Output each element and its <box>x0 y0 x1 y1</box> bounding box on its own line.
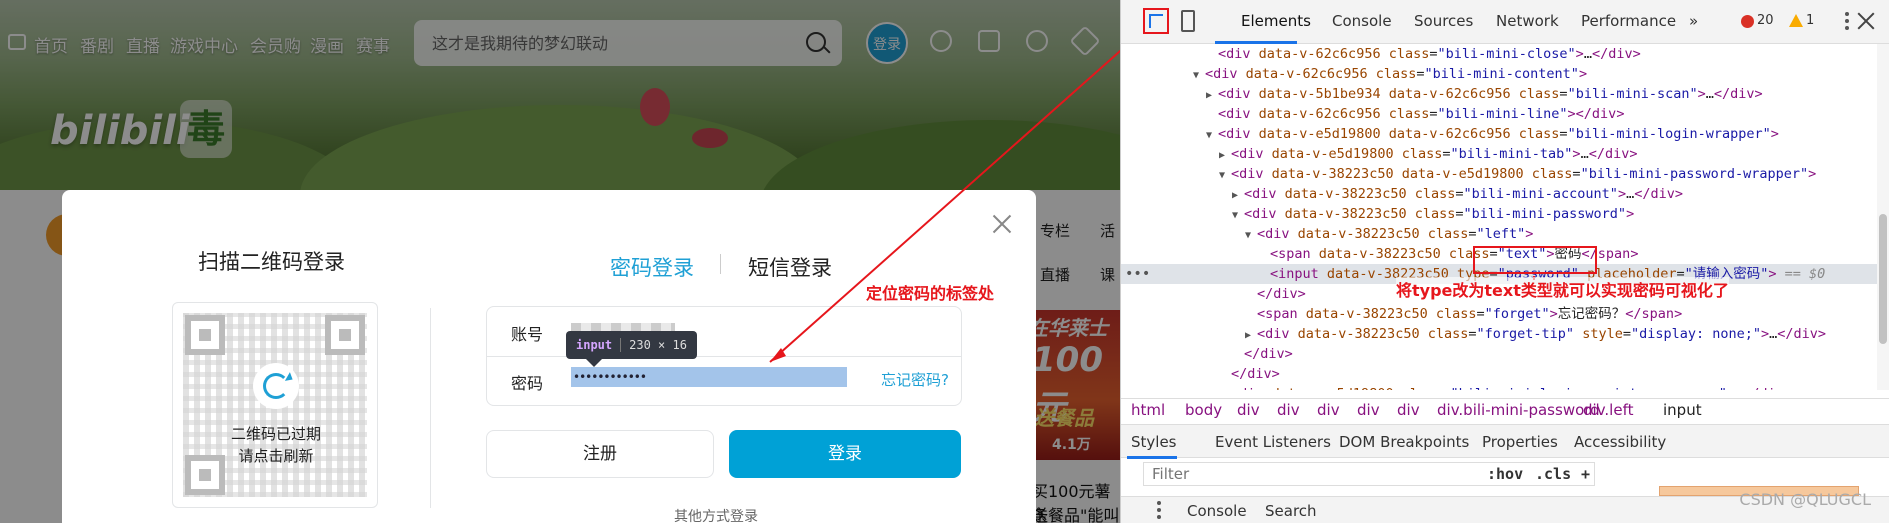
tab-event-listeners[interactable]: Event Listeners <box>1215 433 1331 451</box>
cursor-icon <box>1149 14 1163 28</box>
dom-tree: <div data-v-62c6c956 class="bili-mini-cl… <box>1121 44 1889 390</box>
tab-styles[interactable]: Styles <box>1131 433 1177 451</box>
drawer-tab-console[interactable]: Console <box>1187 502 1247 520</box>
dom-node[interactable]: ▶ <div data-v-e5d19800 class="bili-mini-t… <box>1121 144 1889 164</box>
error-count[interactable]: 20 <box>1757 13 1774 28</box>
dom-node[interactable]: <span data-v-38223c50 class="forget">忘记密… <box>1121 304 1889 324</box>
tab-accessibility[interactable]: Accessibility <box>1574 433 1666 451</box>
breadcrumb-item[interactable]: div <box>1357 401 1380 419</box>
dom-node[interactable]: </div> <box>1121 364 1889 384</box>
tab-console[interactable]: Console <box>1332 12 1392 30</box>
breadcrumb-item[interactable]: div.left <box>1583 401 1633 419</box>
dom-node[interactable]: ▶ <div data-v-5b1be934 data-v-62c6c956 cl… <box>1121 84 1889 104</box>
dom-node-markup: </div> <box>1257 286 1306 302</box>
breadcrumb-item[interactable]: div <box>1317 401 1340 419</box>
close-devtools-icon[interactable] <box>1857 12 1875 30</box>
drawer-tab-search[interactable]: Search <box>1265 502 1317 520</box>
breadcrumb-item[interactable]: div.bili-mini-password <box>1437 401 1600 419</box>
breadcrumb-item[interactable]: body <box>1185 401 1222 419</box>
watermark: CSDN @QLUGCL <box>1739 490 1871 509</box>
dom-node-markup: </div> <box>1231 366 1280 382</box>
dom-node[interactable]: ▶ <div data-v-38223c50 class="forget-tip"… <box>1121 324 1889 344</box>
drawer-menu-icon[interactable] <box>1157 501 1161 521</box>
tab-performance[interactable]: Performance <box>1581 12 1676 30</box>
dom-node-markup: <div data-v-62c6c956 class="bili-mini-cl… <box>1218 46 1641 62</box>
styles-pane-tabs: Styles Event Listeners DOM Breakpoints P… <box>1121 424 1889 459</box>
dom-node[interactable]: </div> <box>1121 344 1889 364</box>
expand-toggle-icon[interactable]: ▼ <box>1206 126 1218 146</box>
expand-toggle-icon[interactable]: ▶ <box>1245 326 1257 346</box>
inspect-element-button[interactable] <box>1143 8 1169 34</box>
tab-network[interactable]: Network <box>1496 12 1559 30</box>
arrow-line <box>769 35 1138 363</box>
dom-node-markup: <div data-v-e5d19800 class="bili-mini-lo… <box>1231 386 1792 390</box>
screenshot-root: bilibili 毒 首页 番剧 直播 游戏中心 会员购 漫画 赛事 登录 专栏… <box>0 0 1889 523</box>
expand-toggle-icon[interactable]: ▼ <box>1193 66 1205 86</box>
dom-node-markup: <div data-v-38223c50 class="left"> <box>1257 226 1534 242</box>
tab-elements[interactable]: Elements <box>1241 12 1311 30</box>
dom-node-markup: <div data-v-5b1be934 data-v-62c6c956 cla… <box>1218 86 1763 102</box>
more-options-icon[interactable] <box>1845 12 1849 32</box>
dom-node[interactable]: <div data-v-62c6c956 class="bili-mini-li… <box>1121 104 1889 124</box>
dom-node-markup: <div data-v-38223c50 data-v-e5d19800 cla… <box>1231 166 1817 182</box>
breadcrumb-item[interactable]: input <box>1663 401 1702 419</box>
warning-icon[interactable] <box>1789 14 1803 27</box>
dom-node[interactable]: ▼ <div data-v-e5d19800 data-v-62c6c956 cl… <box>1121 124 1889 144</box>
expand-toggle-icon[interactable]: ▶ <box>1219 146 1231 166</box>
devtools-toolbar: Elements Console Sources Network Perform… <box>1121 0 1889 44</box>
dom-node-markup: <div data-v-38223c50 class="forget-tip" … <box>1257 326 1827 342</box>
expand-toggle-icon[interactable]: ▶ <box>1232 186 1244 206</box>
node-actions-icon[interactable]: ••• <box>1125 264 1150 284</box>
annotation-change-type: 将type改为text类型就可以实现密码可视化了 <box>1396 277 1729 301</box>
tab-dom-breakpoints[interactable]: DOM Breakpoints <box>1339 433 1469 451</box>
scrollbar-thumb[interactable] <box>1879 214 1887 344</box>
dom-tree-scrollbar[interactable] <box>1877 44 1889 390</box>
error-icon[interactable] <box>1741 15 1754 28</box>
dom-node-markup: <div data-v-38223c50 class="bili-mini-pa… <box>1244 206 1635 222</box>
expand-toggle-icon[interactable]: ▶ <box>1206 86 1218 106</box>
dom-node[interactable]: ▶<div data-v-e5d19800 class="bili-mini-l… <box>1121 384 1889 390</box>
tab-sources[interactable]: Sources <box>1414 12 1473 30</box>
warning-count[interactable]: 1 <box>1806 13 1814 28</box>
more-tabs-icon[interactable]: » <box>1689 12 1698 30</box>
breadcrumb-item[interactable]: div <box>1397 401 1420 419</box>
dom-node-markup: <div data-v-e5d19800 data-v-62c6c956 cla… <box>1218 126 1779 142</box>
dom-node-markup: </div> <box>1244 346 1293 362</box>
device-toggle-icon[interactable] <box>1181 10 1195 32</box>
dom-node[interactable]: ▼ <div data-v-38223c50 data-v-e5d19800 cl… <box>1121 164 1889 184</box>
dom-node[interactable]: ▶ <div data-v-38223c50 class="bili-mini-a… <box>1121 184 1889 204</box>
expand-toggle-icon[interactable]: ▼ <box>1245 226 1257 246</box>
dom-node-markup: <span data-v-38223c50 class="forget">忘记密… <box>1257 306 1683 322</box>
expand-toggle-icon[interactable]: ▼ <box>1219 166 1231 186</box>
breadcrumb-item[interactable]: html <box>1131 401 1165 419</box>
dom-node-markup: <div data-v-62c6c956 class="bili-mini-co… <box>1205 66 1588 82</box>
tab-properties[interactable]: Properties <box>1482 433 1558 451</box>
dom-node-markup: <div data-v-e5d19800 class="bili-mini-ta… <box>1231 146 1638 162</box>
dom-breadcrumbs: html body div div div div div div.bili-mini-pas… <box>1121 398 1889 422</box>
expand-toggle-icon[interactable]: ▶ <box>1219 386 1231 390</box>
expand-toggle-icon[interactable]: ▼ <box>1232 206 1244 226</box>
dom-node[interactable]: ▼ <div data-v-38223c50 class="bili-mini-p… <box>1121 204 1889 224</box>
dom-node[interactable]: <div data-v-62c6c956 class="bili-mini-cl… <box>1121 44 1889 64</box>
active-subtab-indicator <box>1127 456 1177 459</box>
breadcrumb-item[interactable]: div <box>1277 401 1300 419</box>
dom-node-markup: <div data-v-62c6c956 class="bili-mini-li… <box>1218 106 1625 122</box>
hover-state-toggle[interactable]: :hov <box>1487 465 1523 483</box>
class-toggle[interactable]: .cls <box>1535 465 1571 483</box>
dom-node[interactable]: ▼ <div data-v-38223c50 class="left"> <box>1121 224 1889 244</box>
dom-node-markup: <div data-v-38223c50 class="bili-mini-ac… <box>1244 186 1683 202</box>
new-rule-button[interactable]: + <box>1581 465 1590 483</box>
breadcrumb-item[interactable]: div <box>1237 401 1260 419</box>
type-attribute-highlight <box>1473 246 1597 274</box>
dom-node[interactable]: ▼ <div data-v-62c6c956 class="bili-mini-c… <box>1121 64 1889 84</box>
styles-filter-input[interactable] <box>1143 462 1595 486</box>
